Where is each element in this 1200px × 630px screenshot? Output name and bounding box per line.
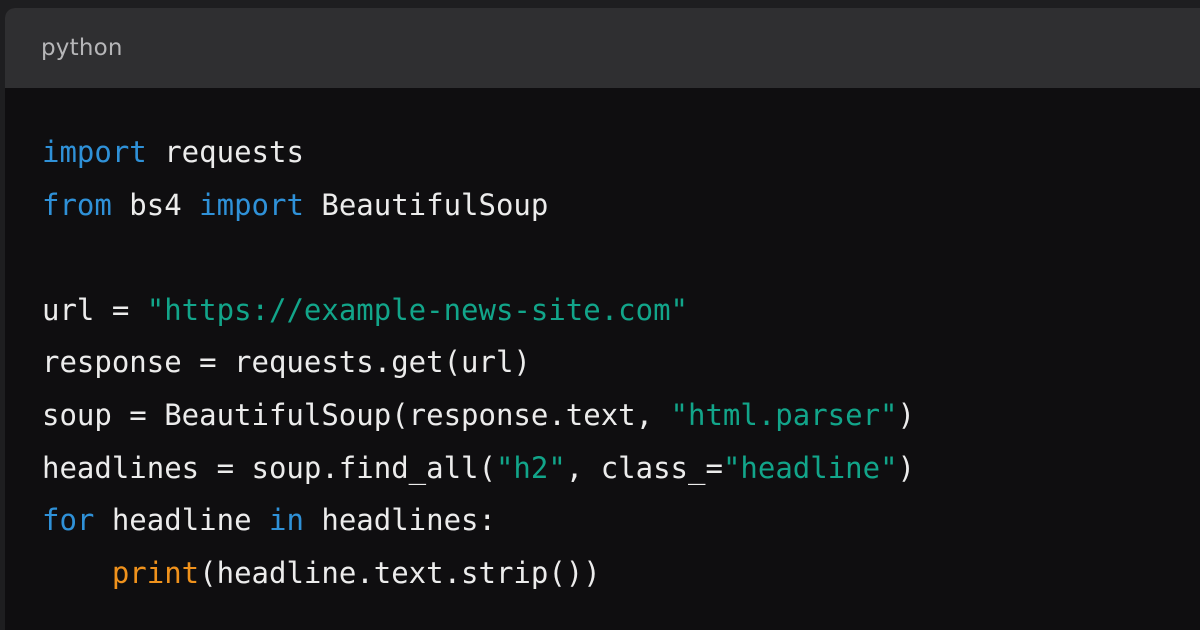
code-token-keyword: from [42,187,112,222]
code-token-plain: headlines = soup.find_all( [42,450,496,485]
code-line: soup = BeautifulSoup(response.text, "htm… [42,389,1200,442]
code-token-string: "h2" [495,450,566,485]
code-token-plain: bs4 [111,187,200,222]
page-background: python import requests from bs4 import Be… [0,0,1200,630]
code-token-builtin: print [111,555,200,590]
code-token-plain: , class_= [565,450,723,485]
code-token-string: "html.parser" [670,397,898,432]
code-line: url = "https://example-news-site.com" [42,284,1200,337]
code-token-string: "https://example-news-site.com" [146,292,689,327]
code-token-plain: headlines: [303,503,496,538]
code-token-plain: response = requests.get(url) [42,345,531,380]
code-token-plain: (headline.text.strip()) [199,555,601,590]
language-label: python [41,35,123,61]
code-token-keyword: import [199,187,304,222]
code-token-plain: ) [897,450,916,485]
code-line: headlines = soup.find_all("h2", class_="… [42,442,1200,495]
code-line: response = requests.get(url) [42,336,1200,389]
code-token-keyword: for [42,503,95,538]
code-block-header: python [5,8,1200,88]
code-line: print(headline.text.strip()) [42,547,1200,600]
code-token-string: "headline" [722,450,898,485]
code-line: import requests [42,126,1200,179]
code-token-keyword: import [42,135,147,169]
code-token-keyword: in [269,503,304,538]
code-body[interactable]: import requests from bs4 import Beautiful… [5,88,1200,599]
code-token-plain: BeautifulSoup [303,187,549,222]
code-token-plain: ) [897,397,915,432]
code-token-plain: requests [146,135,304,169]
code-line: for headline in headlines: [42,494,1200,547]
code-token-plain: url = [42,292,147,327]
code-line: from bs4 import BeautifulSoup [42,179,1200,232]
code-token-plain: headline [94,503,269,538]
code-block: python import requests from bs4 import Be… [5,8,1200,630]
code-token-plain: soup = BeautifulSoup(response.text, [42,397,671,432]
